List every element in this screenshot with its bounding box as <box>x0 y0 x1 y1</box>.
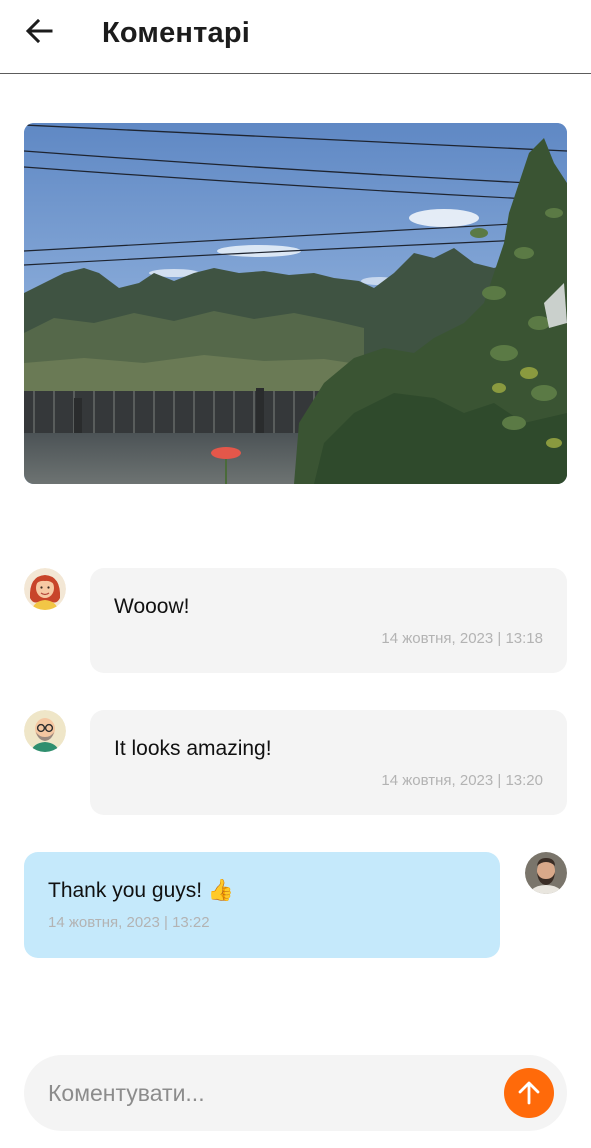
comment-input[interactable] <box>48 1075 488 1111</box>
comment-text: It looks amazing! <box>114 737 272 760</box>
comment-text: Thank you guys! 👍 <box>48 879 235 902</box>
comment-timestamp: 14 жовтня, 2023 | 13:22 <box>48 914 210 931</box>
comment-avatar[interactable] <box>24 568 66 610</box>
comment-bubble: It looks amazing! 14 жовтня, 2023 | 13:2… <box>90 710 567 815</box>
bearded-man-photo-avatar <box>525 852 567 894</box>
comment-text: Wooow! <box>114 595 190 618</box>
header-bar: Коментарі <box>0 0 591 74</box>
comment-composer <box>24 1055 567 1131</box>
send-button[interactable] <box>504 1068 554 1118</box>
page-title: Коментарі <box>102 17 251 49</box>
red-haired-woman-avatar <box>24 568 66 610</box>
arrow-up-icon <box>518 1081 540 1105</box>
arrow-left-icon <box>25 18 53 44</box>
own-avatar[interactable] <box>525 852 567 894</box>
post-photo[interactable] <box>24 123 567 484</box>
bald-man-glasses-avatar <box>24 710 66 752</box>
comment-timestamp: 14 жовтня, 2023 | 13:18 <box>381 630 543 647</box>
comment-avatar[interactable] <box>24 710 66 752</box>
back-button[interactable] <box>22 14 56 48</box>
comment-bubble: Wooow! 14 жовтня, 2023 | 13:18 <box>90 568 567 673</box>
own-comment-bubble: Thank you guys! 👍 14 жовтня, 2023 | 13:2… <box>24 852 500 958</box>
comment-timestamp: 14 жовтня, 2023 | 13:20 <box>381 772 543 789</box>
garden-photo <box>24 123 567 484</box>
